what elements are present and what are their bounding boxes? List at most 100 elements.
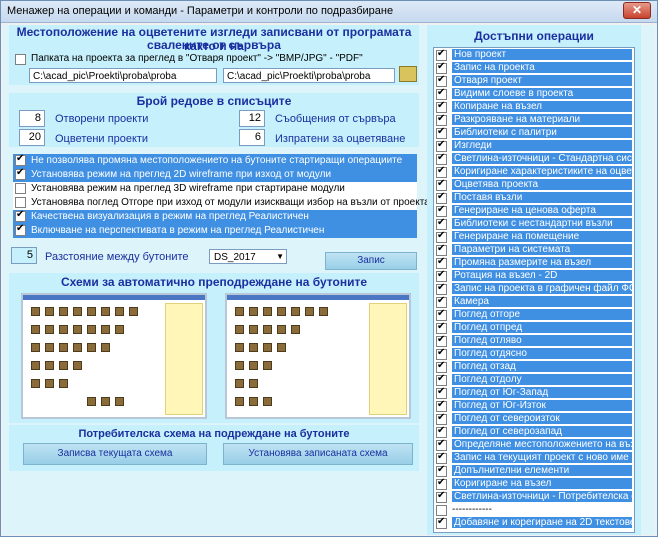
operation-checkbox[interactable] xyxy=(436,165,447,178)
operation-item[interactable]: Поглед отпред xyxy=(434,321,634,335)
path-left-field[interactable]: C:\acad_pic\Proekti\proba\proba xyxy=(29,68,217,83)
operation-item[interactable]: Генериране на помещение xyxy=(434,230,634,244)
operation-item[interactable]: Нов проект xyxy=(434,48,634,62)
operation-item[interactable]: Отваря проект xyxy=(434,74,634,88)
operation-item[interactable]: Поглед отдолу xyxy=(434,373,634,387)
operation-item[interactable]: Поглед от североизток xyxy=(434,412,634,426)
server-messages-input[interactable]: 12 xyxy=(239,110,265,127)
open-projects-input[interactable]: 8 xyxy=(19,110,45,127)
operation-checkbox[interactable] xyxy=(436,100,447,113)
operation-checkbox[interactable] xyxy=(436,373,447,386)
project-folder-checkbox[interactable] xyxy=(15,54,26,65)
operation-checkbox[interactable] xyxy=(436,438,447,451)
operation-checkbox[interactable] xyxy=(436,217,447,230)
option-lock-buttons[interactable]: Не позволява промяна местоположението на… xyxy=(13,153,417,168)
operations-list[interactable]: Нов проект Запис на проекта Отваря проект В… xyxy=(433,47,635,533)
operation-checkbox[interactable] xyxy=(436,347,447,360)
operation-item[interactable]: Поглед отгоре xyxy=(434,308,634,322)
operation-item[interactable]: Ротация на възел - 2D xyxy=(434,269,634,283)
operation-checkbox[interactable] xyxy=(436,61,447,74)
sent-for-coloring-input[interactable]: 6 xyxy=(239,129,265,146)
operation-item[interactable]: Видими слоеве в проекта xyxy=(434,87,634,101)
operation-item[interactable]: Светлина-източници - Стандартна система xyxy=(434,152,634,166)
operation-item[interactable]: Параметри на системата xyxy=(434,243,634,257)
operation-checkbox[interactable] xyxy=(436,230,447,243)
scheme-preview-right[interactable] xyxy=(225,293,411,419)
option-top-view[interactable]: Установява поглед Отгоре при изход от мо… xyxy=(13,196,430,210)
operation-item[interactable]: Запис на проекта xyxy=(434,61,634,75)
operation-item[interactable]: Промяна размерите на възел xyxy=(434,256,634,270)
apply-saved-scheme-button[interactable]: Установява записаната схема xyxy=(223,443,413,465)
operation-item[interactable]: Поставя възли xyxy=(434,191,634,205)
operation-checkbox[interactable] xyxy=(436,516,447,529)
operation-checkbox[interactable] xyxy=(436,74,447,87)
option-checkbox[interactable] xyxy=(15,153,26,166)
operation-checkbox[interactable] xyxy=(436,204,447,217)
option-checkbox[interactable] xyxy=(15,167,26,180)
operation-checkbox[interactable] xyxy=(436,412,447,425)
option-2d-wireframe[interactable]: Установява режим на преглед 2D wireframe… xyxy=(13,167,417,182)
browse-folder-icon[interactable] xyxy=(399,66,417,82)
operation-item[interactable]: Запис на проекта в графичен файл ФОРМА xyxy=(434,282,634,296)
operation-checkbox[interactable] xyxy=(436,505,447,516)
option-checkbox[interactable] xyxy=(15,197,26,208)
button-spacing-input[interactable]: 5 xyxy=(11,247,37,264)
option-checkbox[interactable] xyxy=(15,209,26,222)
operation-checkbox[interactable] xyxy=(436,126,447,139)
operation-item[interactable]: Коригиране характеристиките на оцветяващ… xyxy=(434,165,634,179)
chevron-down-icon[interactable]: ▼ xyxy=(276,252,284,261)
operation-item[interactable]: Светлина-източници - Потребителска систе… xyxy=(434,490,634,504)
operation-checkbox[interactable] xyxy=(436,477,447,490)
operation-checkbox[interactable] xyxy=(436,360,447,373)
operation-item[interactable]: Изгледи xyxy=(434,139,634,153)
operation-item[interactable]: Добавяне и корегиране на 2D текстове в п… xyxy=(434,516,634,530)
operation-checkbox[interactable] xyxy=(436,386,447,399)
operation-item[interactable]: Запис на текущият проект с ново име xyxy=(434,451,634,465)
colored-projects-input[interactable]: 20 xyxy=(19,129,45,146)
scheme-preview-left[interactable] xyxy=(21,293,207,419)
option-3d-wireframe[interactable]: Установява режим на преглед 3D wireframe… xyxy=(13,182,417,196)
operation-checkbox[interactable] xyxy=(436,321,447,334)
option-perspective[interactable]: Включване на перспективата в режим на пр… xyxy=(13,223,417,238)
scheme-combo[interactable]: DS_2017 ▼ xyxy=(209,249,287,264)
operation-checkbox[interactable] xyxy=(436,191,447,204)
operation-item[interactable]: Камера xyxy=(434,295,634,309)
operation-item[interactable]: Поглед отляво xyxy=(434,334,634,348)
operation-item[interactable]: Поглед от Юг-Изток xyxy=(434,399,634,413)
operation-checkbox[interactable] xyxy=(436,113,447,126)
operation-item[interactable]: Определяне местоположението на възел xyxy=(434,438,634,452)
operation-checkbox[interactable] xyxy=(436,399,447,412)
save-button[interactable]: Запис xyxy=(325,252,417,270)
operation-checkbox[interactable] xyxy=(436,451,447,464)
operation-item[interactable]: Поглед отдясно xyxy=(434,347,634,361)
operation-checkbox[interactable] xyxy=(436,308,447,321)
option-checkbox[interactable] xyxy=(15,183,26,194)
operation-checkbox[interactable] xyxy=(436,87,447,100)
operation-checkbox[interactable] xyxy=(436,490,447,503)
path-right-field[interactable]: C:\acad_pic\Proekti\proba\proba xyxy=(223,68,395,83)
operation-item[interactable]: Библиотеки с нестандартни възли xyxy=(434,217,634,231)
option-checkbox[interactable] xyxy=(15,223,26,236)
operation-checkbox[interactable] xyxy=(436,334,447,347)
operation-item[interactable]: ------------ xyxy=(434,504,634,517)
operation-item[interactable]: Генериране на ценова оферта xyxy=(434,204,634,218)
operation-checkbox[interactable] xyxy=(436,282,447,295)
operation-checkbox[interactable] xyxy=(436,256,447,269)
close-button[interactable]: ✕ xyxy=(623,2,651,19)
operation-checkbox[interactable] xyxy=(436,178,447,191)
operation-item[interactable]: Оцветява проекта xyxy=(434,178,634,192)
save-current-scheme-button[interactable]: Записва текущата схема xyxy=(23,443,207,465)
operation-item[interactable]: Поглед от Юг-Запад xyxy=(434,386,634,400)
operation-item[interactable]: Копиране на възел xyxy=(434,100,634,114)
operation-checkbox[interactable] xyxy=(436,425,447,438)
operation-checkbox[interactable] xyxy=(436,243,447,256)
operation-item[interactable]: Допълнителни елементи xyxy=(434,464,634,478)
operation-checkbox[interactable] xyxy=(436,48,447,61)
operation-checkbox[interactable] xyxy=(436,269,447,282)
operation-item[interactable]: Поглед от северозапад xyxy=(434,425,634,439)
operation-checkbox[interactable] xyxy=(436,152,447,165)
option-quality-visual[interactable]: Качествена визуализация в режим на прегл… xyxy=(13,209,417,224)
operation-item[interactable]: Разкрояване на материали xyxy=(434,113,634,127)
operation-checkbox[interactable] xyxy=(436,464,447,477)
operation-checkbox[interactable] xyxy=(436,295,447,308)
